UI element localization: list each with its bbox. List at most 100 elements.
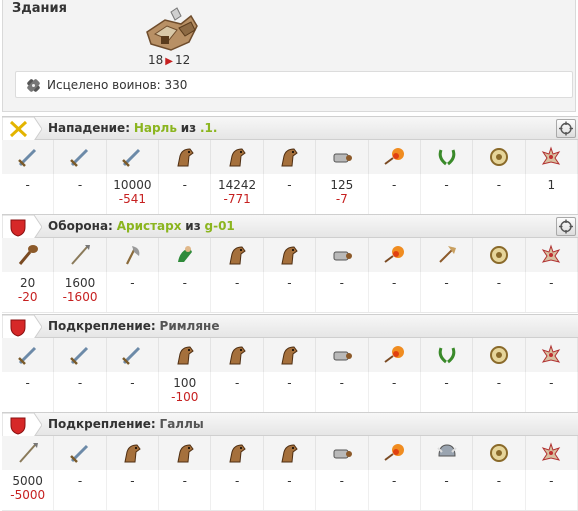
unit-count-cell: - — [369, 372, 421, 412]
ram-icon — [333, 351, 352, 361]
unit-count: - — [287, 276, 292, 290]
horse-icon — [229, 346, 246, 365]
sword-icon — [17, 148, 36, 167]
hero-icon — [542, 442, 561, 461]
battle-report: Здания 18 ▶ 12 Исцелено воинов: 330 Напа… — [0, 0, 578, 511]
level-to: 12 — [174, 53, 191, 67]
unit-count: - — [339, 276, 344, 290]
unit-icon-cell — [316, 338, 369, 372]
alliance-link[interactable]: g-01 — [205, 219, 235, 233]
alliance-link[interactable]: .1. — [200, 121, 217, 135]
attack-badge-icon — [2, 117, 42, 141]
horse-icon — [281, 148, 299, 167]
unit-icon-cell — [2, 436, 55, 470]
sword-icon — [70, 444, 89, 463]
unit-loss: -771 — [223, 192, 251, 206]
unit-count-cell: - — [159, 174, 212, 214]
unit-count: 1600 — [64, 276, 96, 290]
unit-count-cell: - — [421, 372, 474, 412]
laurel-icon — [438, 347, 455, 364]
unit-count-cell: - — [159, 470, 212, 510]
shield-icon — [489, 246, 508, 264]
unit-loss: -7 — [335, 192, 348, 206]
unit-count-cell: 20 -20 — [2, 272, 55, 312]
role-label: Нападение: — [48, 121, 130, 135]
unit-counts-row: 5000 -5000 - - - - - - - - - - — [2, 470, 578, 511]
hero-icon — [542, 344, 561, 363]
unit-count-cell: - — [264, 372, 317, 412]
target-button[interactable] — [556, 217, 576, 236]
unit-count: - — [549, 376, 554, 390]
unit-icon-cell — [107, 338, 160, 372]
unit-count-cell: - — [369, 470, 421, 510]
unit-count-cell: 10000 -541 — [107, 174, 160, 214]
section-header: Подкрепление: Римляне — [2, 314, 578, 339]
player-link[interactable]: Аристарх — [117, 219, 182, 233]
horse-icon — [281, 346, 299, 365]
unit-icons-row — [2, 436, 578, 471]
shield-icon — [489, 148, 508, 166]
unit-count-cell: - — [369, 272, 421, 312]
unit-count-cell: 125 -7 — [316, 174, 369, 214]
unit-icon-cell — [54, 338, 107, 372]
catapult-icon — [384, 444, 405, 461]
defense-badge-icon — [2, 215, 42, 239]
unit-count: - — [392, 376, 397, 390]
unit-count: - — [392, 178, 397, 192]
unit-loss: -100 — [171, 390, 199, 404]
crosshair-icon — [559, 219, 573, 234]
unit-count-cell: - — [211, 372, 264, 412]
unit-icon-cell — [369, 238, 421, 272]
level-from: 18 — [148, 53, 164, 67]
unit-icon-cell — [473, 338, 526, 372]
unit-count: - — [496, 178, 502, 192]
laurel-icon — [438, 149, 455, 166]
ram-icon — [333, 449, 352, 459]
shield-icon — [489, 346, 508, 364]
buildings-panel: Здания 18 ▶ 12 Исцелено воинов: 330 — [2, 0, 576, 112]
unit-icon-cell — [316, 140, 369, 174]
unit-count: - — [77, 474, 83, 488]
unit-count: - — [130, 474, 135, 488]
unit-count-cell: - — [159, 272, 212, 312]
sword-icon — [122, 346, 141, 365]
horse-icon — [177, 148, 194, 167]
section-title: Подкрепление: Галлы — [48, 417, 204, 431]
unit-count-cell: - — [473, 174, 526, 214]
unit-icon-cell — [264, 140, 317, 174]
player-link[interactable]: Нарль — [134, 121, 177, 135]
unit-count-cell: - — [369, 174, 421, 214]
unit-icon-cell — [2, 238, 55, 272]
role-label: Подкрепление: — [48, 319, 156, 333]
target-button[interactable] — [556, 119, 576, 138]
ram-icon — [333, 153, 352, 163]
unit-icon-cell — [421, 338, 474, 372]
catapult-icon — [384, 346, 405, 363]
sword-icon — [122, 148, 141, 167]
unit-count-cell: - — [2, 372, 55, 412]
unit-count-cell: - — [54, 174, 107, 214]
horse-icon — [281, 444, 299, 463]
unit-count-cell: - — [107, 372, 160, 412]
unit-count-cell: 1600 -1600 — [54, 272, 107, 312]
tribe-label: Римляне — [159, 319, 220, 333]
unit-icon-cell — [211, 436, 264, 470]
healed-label: Исцелено воинов: 330 — [47, 78, 188, 92]
unit-count: - — [77, 376, 83, 390]
unit-count-cell: - — [211, 470, 264, 510]
unit-icon-cell — [54, 238, 107, 272]
unit-icon-cell — [421, 436, 474, 470]
unit-count-cell: 14242 -771 — [211, 174, 264, 214]
unit-count-cell: 100 -100 — [159, 372, 212, 412]
of-label: из — [180, 121, 197, 135]
defense-badge-icon — [2, 315, 42, 339]
unit-count: 20 — [20, 276, 36, 290]
unit-count: - — [549, 276, 554, 290]
hero-icon — [542, 146, 561, 165]
unit-icon-cell — [107, 238, 160, 272]
unit-count: - — [339, 474, 344, 488]
unit-count: - — [287, 178, 292, 192]
unit-icon-cell — [421, 238, 474, 272]
unit-count: - — [77, 178, 83, 192]
unit-icon-cell — [264, 238, 317, 272]
